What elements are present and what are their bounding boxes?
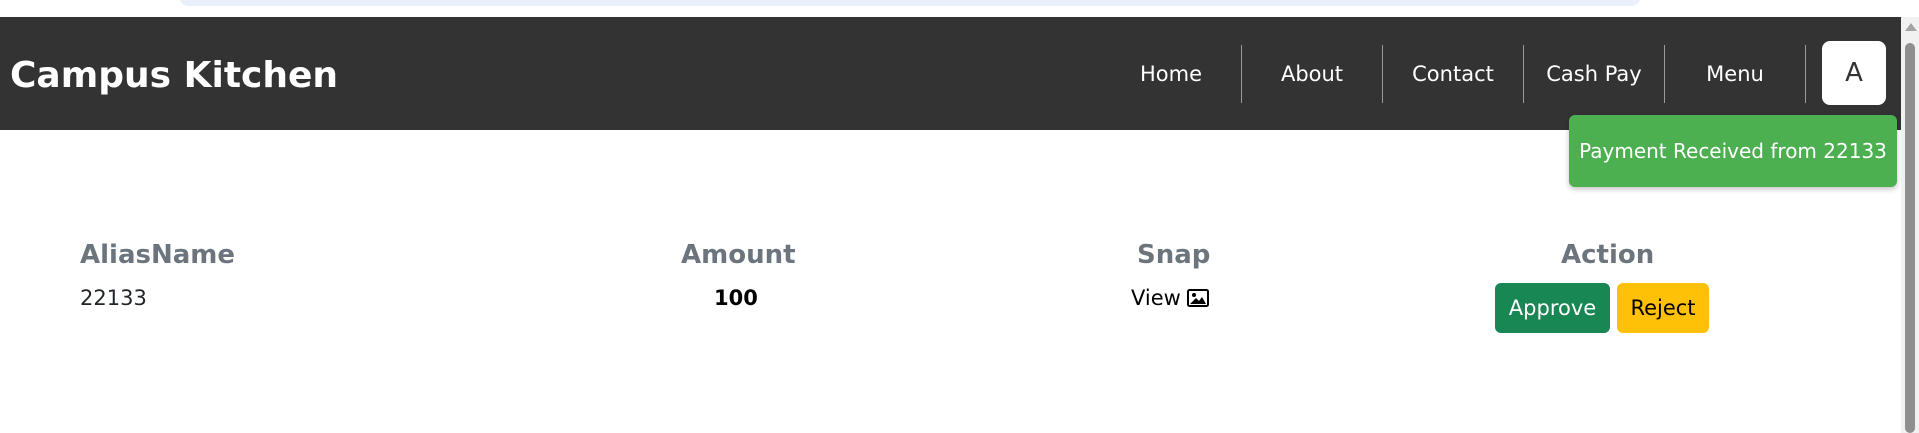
nav-link-contact[interactable]: Contact	[1383, 45, 1524, 103]
nav-link-cash-pay[interactable]: Cash Pay	[1524, 45, 1665, 103]
browser-address-bar-edge	[180, 0, 1640, 6]
page-scrollbar[interactable]	[1901, 17, 1919, 433]
payment-toast: Payment Received from 22133	[1569, 115, 1897, 187]
approve-button[interactable]: Approve	[1495, 283, 1610, 333]
scroll-up-arrow-icon[interactable]	[1905, 23, 1917, 31]
column-header-action: Action	[1561, 240, 1655, 270]
scroll-thumb[interactable]	[1905, 43, 1915, 433]
view-snap-link[interactable]: View	[1131, 286, 1209, 310]
column-header-snap: Snap	[1137, 240, 1211, 270]
navbar: Campus Kitchen Home About Contact Cash P…	[0, 17, 1901, 130]
column-header-alias: AliasName	[80, 240, 235, 270]
column-header-amount: Amount	[681, 240, 796, 270]
nav-links: Home About Contact Cash Pay Menu	[1101, 45, 1806, 103]
cell-alias: 22133	[80, 286, 147, 310]
nav-link-about[interactable]: About	[1242, 45, 1383, 103]
cell-amount: 100	[714, 286, 758, 310]
view-snap-label: View	[1131, 286, 1181, 310]
image-icon	[1186, 289, 1209, 307]
nav-link-menu[interactable]: Menu	[1665, 45, 1806, 103]
reject-button[interactable]: Reject	[1617, 283, 1709, 333]
nav-link-home[interactable]: Home	[1101, 45, 1242, 103]
browser-top-strip	[0, 0, 1901, 17]
brand-title[interactable]: Campus Kitchen	[10, 55, 338, 96]
avatar-button[interactable]: A	[1822, 41, 1886, 105]
